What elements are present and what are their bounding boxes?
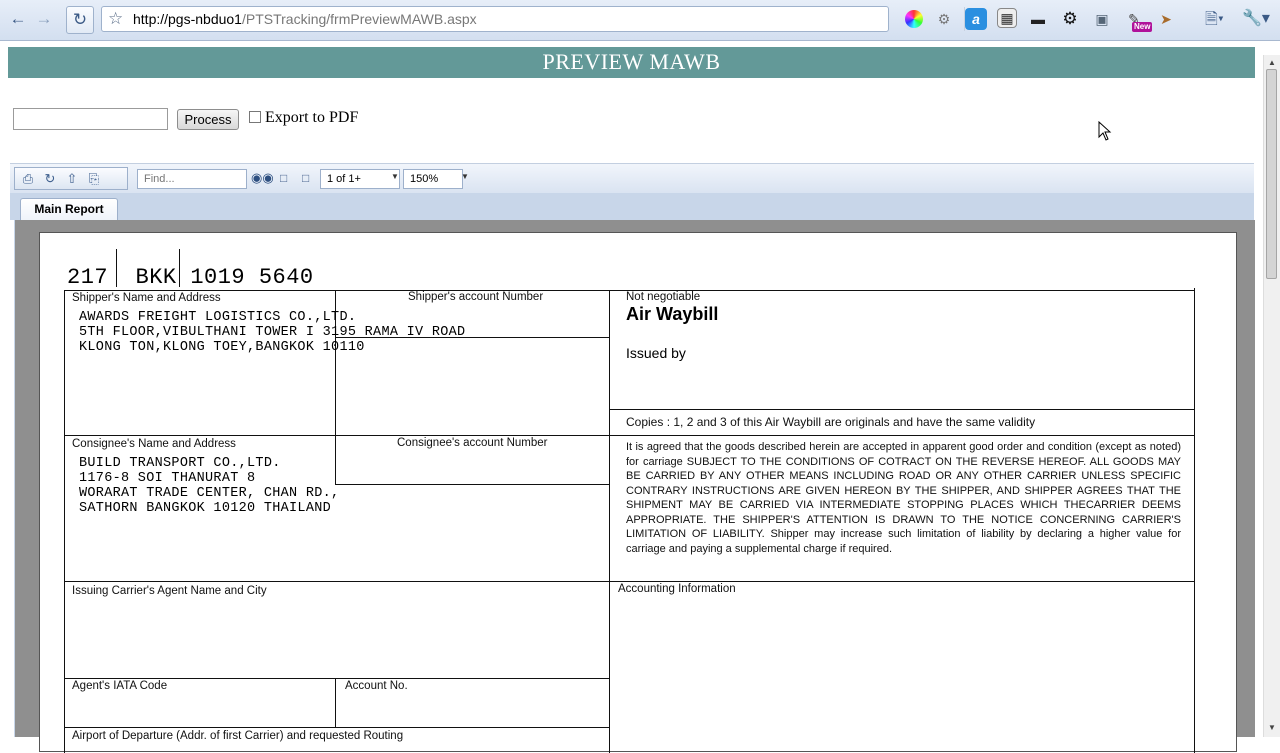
report-tab-strip: Main Report xyxy=(10,193,1254,221)
mawb-number-input[interactable] xyxy=(13,108,168,130)
forward-arrow-icon[interactable]: → xyxy=(33,8,55,30)
section-divider xyxy=(64,581,1195,582)
air-waybill-title: Air Waybill xyxy=(626,304,719,324)
consignee-line: WORARAT TRADE CENTER, CHAN RD., xyxy=(79,486,340,501)
mawb-report-page: 217 BKK 1019 5640 Shipper's Name and Add… xyxy=(39,232,1237,753)
form-middle-border xyxy=(609,290,610,753)
consignee-account-label: Consignee's account Number xyxy=(397,437,548,449)
awb-divider xyxy=(116,249,117,287)
color-picker-icon[interactable] xyxy=(905,10,923,28)
browser-toolbar: ← → ↻ ☆ http://pgs-nbduo1/PTSTracking/fr… xyxy=(0,0,1280,41)
shipper-account-label: Shipper's account Number xyxy=(408,291,544,303)
form-right-border xyxy=(1194,288,1195,753)
new-badge: New xyxy=(1132,22,1153,32)
iata-code-label: Agent's IATA Code xyxy=(72,680,168,692)
star-icon[interactable]: ☆ xyxy=(108,9,123,29)
export-up-icon[interactable]: ⇧ xyxy=(65,171,79,187)
ruler-extension-icon[interactable]: ▬ xyxy=(1027,8,1049,30)
issued-by-label: Issued by xyxy=(626,345,686,361)
next-page-icon[interactable]: □ xyxy=(302,171,309,185)
address-bar[interactable]: ☆ http://pgs-nbduo1/PTSTracking/frmPrevi… xyxy=(101,6,983,32)
copies-statement: Copies : 1, 2 and 3 of this Air Waybill … xyxy=(626,415,1036,429)
report-viewer-toolbar: ⎙ ↻ ⇧ ⎘ ◉◉ □ □ 1 of 1+ ▼ 150% ▼ xyxy=(10,163,1254,194)
awb-divider xyxy=(179,249,180,287)
account-no-label: Account No. xyxy=(345,680,408,692)
prev-page-icon[interactable]: □ xyxy=(280,171,287,185)
refresh-icon[interactable]: ↻ xyxy=(43,171,57,187)
window-extension-icon[interactable]: ▣ xyxy=(1091,8,1113,30)
report-viewer-body: 217 BKK 1019 5640 Shipper's Name and Add… xyxy=(14,220,1255,753)
accounting-info-label: Accounting Information xyxy=(618,583,736,595)
consignee-name-label: Consignee's Name and Address xyxy=(72,438,236,450)
page-scrollbar[interactable]: ▲ ▼ xyxy=(1263,55,1280,737)
page-selector[interactable]: 1 of 1+ xyxy=(320,169,400,189)
awb-number: 217 BKK 1019 5640 xyxy=(67,265,314,290)
consignee-line: BUILD TRANSPORT CO.,LTD. xyxy=(79,456,281,471)
issuing-agent-label: Issuing Carrier's Agent Name and City xyxy=(72,585,267,597)
scroll-thumb[interactable] xyxy=(1266,69,1277,279)
find-input[interactable] xyxy=(137,169,247,189)
export-pdf-label: Export to PDF xyxy=(265,109,359,126)
consignee-account-bottom xyxy=(335,484,609,485)
shipper-name-label: Shipper's Name and Address xyxy=(72,292,221,304)
export-pdf-checkbox[interactable] xyxy=(249,111,261,123)
consignee-divider xyxy=(335,435,336,484)
print-layout-icon[interactable]: ⎘ xyxy=(87,171,101,187)
zoom-selector[interactable]: 150% xyxy=(403,169,463,189)
rocket-extension-icon[interactable]: ➤ xyxy=(1155,8,1177,30)
cog-extension-icon[interactable]: ⚙ xyxy=(933,8,955,30)
airport-departure-label: Airport of Departure (Addr. of first Car… xyxy=(72,730,404,742)
binoculars-icon[interactable]: ◉◉ xyxy=(251,170,274,186)
viewer-tools-group: ⎙ ↻ ⇧ ⎘ xyxy=(14,167,128,190)
back-arrow-icon[interactable]: ← xyxy=(7,8,29,30)
form-left-border xyxy=(64,290,65,753)
page-menu-icon[interactable]: 🗎▾ xyxy=(1205,8,1224,35)
copies-top-line xyxy=(609,409,1195,410)
contract-terms-text: It is agreed that the goods described he… xyxy=(626,441,1181,555)
shipper-line: 5TH FLOOR,VIBULTHANI TOWER I 3195 RAMA I… xyxy=(79,325,466,340)
print-icon[interactable]: ⎙ xyxy=(21,171,35,187)
page-title: PREVIEW MAWB xyxy=(8,47,1255,78)
consignee-line: 1176-8 SOI THANURAT 8 xyxy=(79,471,256,486)
agent-divider xyxy=(64,678,609,679)
process-button[interactable]: Process xyxy=(177,109,239,130)
tab-main-report[interactable]: Main Report xyxy=(20,198,118,221)
page-dropdown-arrow-icon[interactable]: ▼ xyxy=(391,172,399,181)
wrench-menu-icon[interactable]: 🔧▾ xyxy=(1242,8,1270,28)
reload-icon[interactable]: ↻ xyxy=(66,6,94,34)
not-negotiable-label: Not negotiable xyxy=(626,291,701,303)
shipper-line: AWARDS FREIGHT LOGISTICS CO.,LTD. xyxy=(79,310,357,325)
mouse-cursor-icon xyxy=(1098,121,1112,141)
url-text[interactable]: http://pgs-nbduo1/PTSTracking/frmPreview… xyxy=(133,11,477,27)
scroll-up-arrow-icon[interactable]: ▲ xyxy=(1268,58,1276,67)
routing-divider xyxy=(64,727,609,728)
section-divider xyxy=(64,435,1195,436)
alpha-extension-icon[interactable]: a xyxy=(965,8,987,30)
iata-divider xyxy=(335,678,336,728)
settings-extension-icon[interactable]: ⚙ xyxy=(1059,8,1081,30)
url-path: /PTSTracking/frmPreviewMAWB.aspx xyxy=(241,11,477,27)
calendar-extension-icon[interactable]: ▦ xyxy=(997,8,1017,28)
shipper-line: KLONG TON,KLONG TOEY,BANGKOK 10110 xyxy=(79,340,365,355)
zoom-dropdown-arrow-icon[interactable]: ▼ xyxy=(461,172,469,181)
consignee-line: SATHORN BANGKOK 10120 THAILAND xyxy=(79,501,332,516)
url-host: http://pgs-nbduo1 xyxy=(133,11,242,27)
scroll-down-arrow-icon[interactable]: ▼ xyxy=(1268,723,1276,732)
